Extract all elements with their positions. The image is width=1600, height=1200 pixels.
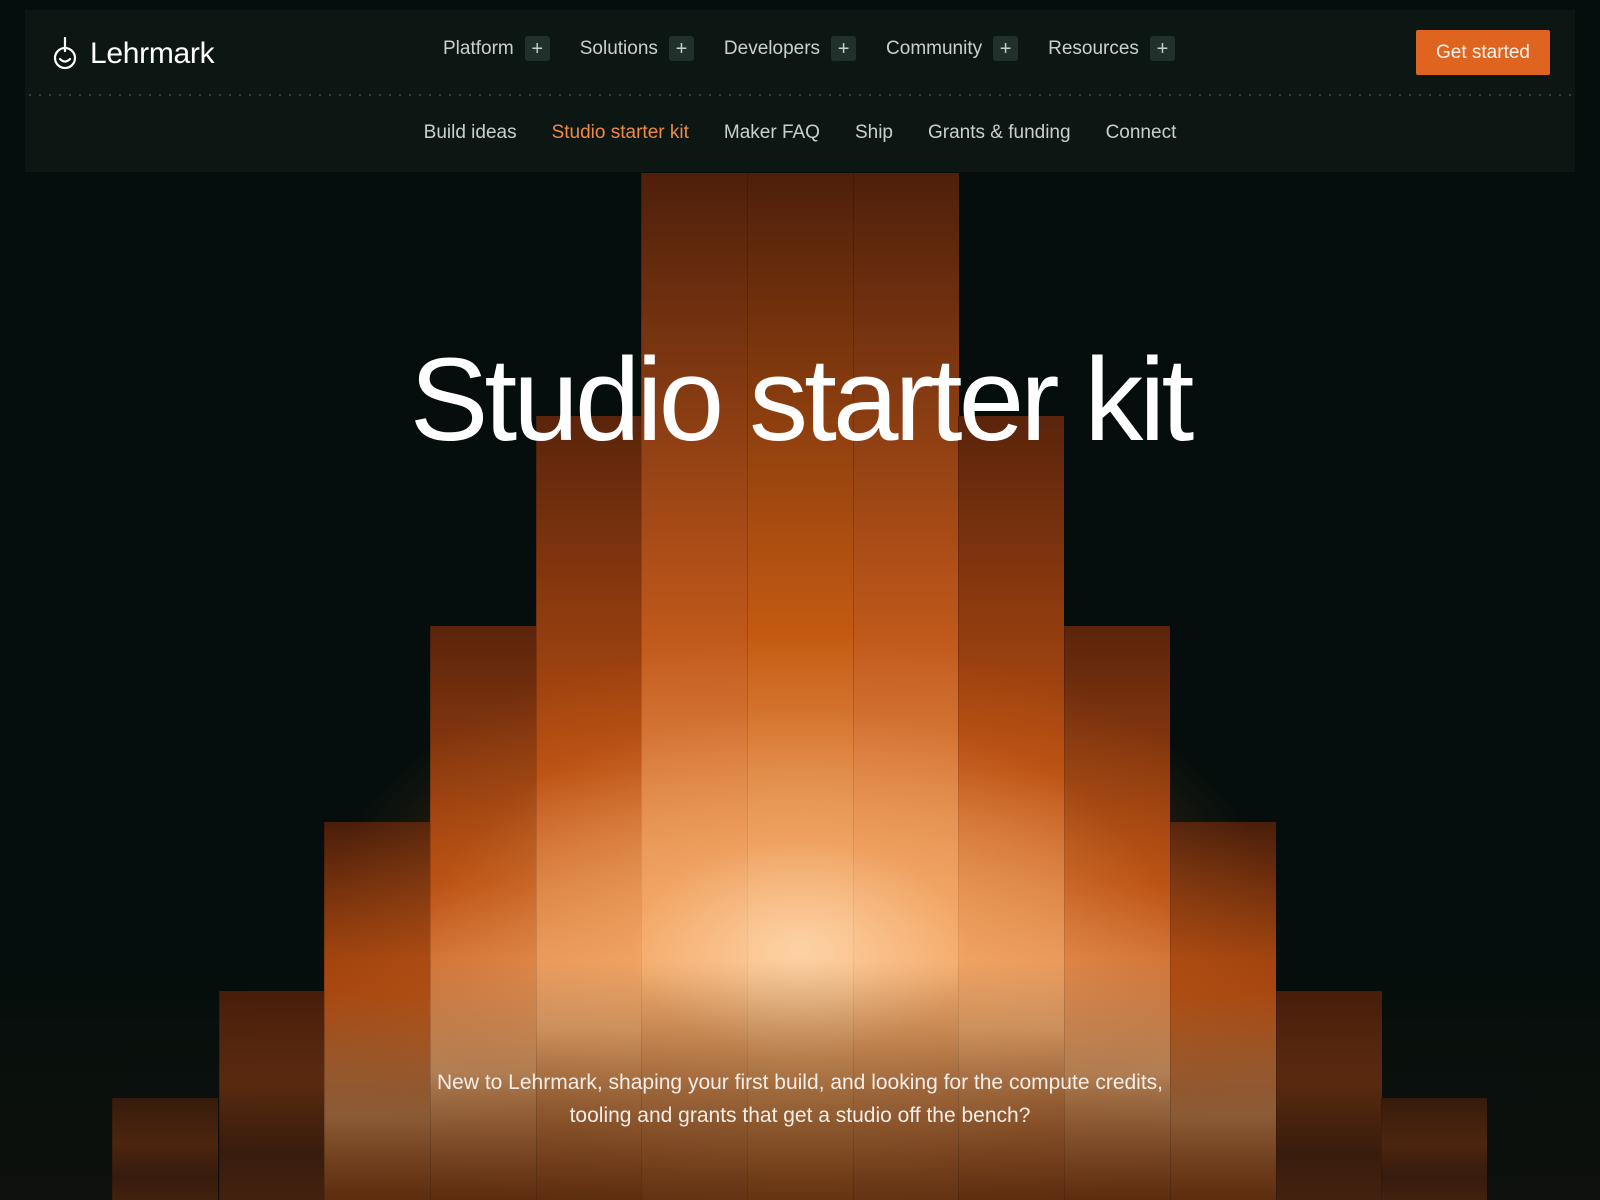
get-started-button[interactable]: Get started — [1416, 30, 1550, 75]
nav-item-label: Solutions — [579, 37, 658, 59]
nav-item-label: Developers — [723, 37, 821, 59]
nav-item-platform[interactable]: Platform + — [443, 36, 550, 61]
site-header: Lehrmark Platform + Solutions + Develope… — [25, 10, 1575, 172]
nav-item-developers[interactable]: Developers + — [723, 36, 857, 61]
page-title: Studio starter kit — [409, 334, 1195, 466]
hero-bar — [219, 991, 325, 1200]
hero-bar — [1170, 822, 1276, 1200]
power-ring-icon — [53, 37, 77, 70]
nav-item-solutions[interactable]: Solutions + — [580, 36, 694, 61]
hero-subtitle: New to Lehrmark, shaping your first buil… — [400, 1066, 1200, 1132]
nav-item-label: Resources — [1048, 37, 1139, 59]
subnav-item-maker-faq[interactable]: Maker FAQ — [724, 122, 820, 144]
hero-bar — [747, 173, 853, 1200]
plus-icon[interactable]: + — [1149, 36, 1175, 61]
plus-icon[interactable]: + — [993, 36, 1019, 61]
nav-item-label: Platform — [443, 37, 514, 59]
subnav-item-build-ideas[interactable]: Build ideas — [424, 122, 517, 144]
nav-item-label: Community — [886, 37, 983, 59]
subnav-item-grants-funding[interactable]: Grants & funding — [928, 122, 1071, 144]
plus-icon[interactable]: + — [524, 36, 550, 61]
subnav-item-connect[interactable]: Connect — [1106, 122, 1177, 144]
top-bar: Lehrmark Platform + Solutions + Develope… — [25, 10, 1575, 96]
hero-subtitle-line-1: New to Lehrmark, shaping your first buil… — [436, 1071, 1164, 1094]
sub-nav: Build ideas Studio starter kit Maker FAQ… — [25, 122, 1575, 144]
nav-item-community[interactable]: Community + — [886, 36, 1019, 61]
hero-bar — [1381, 1098, 1487, 1200]
hero-subtitle-line-2: tooling and grants that get a studio off… — [569, 1104, 1031, 1127]
brand-logo[interactable]: Lehrmark — [52, 34, 215, 74]
hero-bar — [853, 173, 959, 1200]
brand-name: Lehrmark — [90, 37, 215, 70]
plus-icon[interactable]: + — [668, 36, 694, 61]
subnav-item-studio-starter-kit[interactable]: Studio starter kit — [552, 122, 689, 144]
page: Lehrmark Platform + Solutions + Develope… — [0, 0, 1600, 1200]
hero-bars-graphic — [0, 0, 1600, 1200]
hero-bar — [324, 822, 430, 1200]
header-divider — [25, 94, 1575, 96]
hero-bar — [1276, 991, 1382, 1200]
plus-icon[interactable]: + — [831, 36, 857, 61]
hero-bar — [641, 173, 747, 1200]
nav-item-resources[interactable]: Resources + — [1048, 36, 1175, 61]
hero-bar — [112, 1098, 218, 1200]
main-nav: Platform + Solutions + Developers + Comm… — [443, 36, 1175, 61]
subnav-item-ship[interactable]: Ship — [855, 122, 893, 144]
